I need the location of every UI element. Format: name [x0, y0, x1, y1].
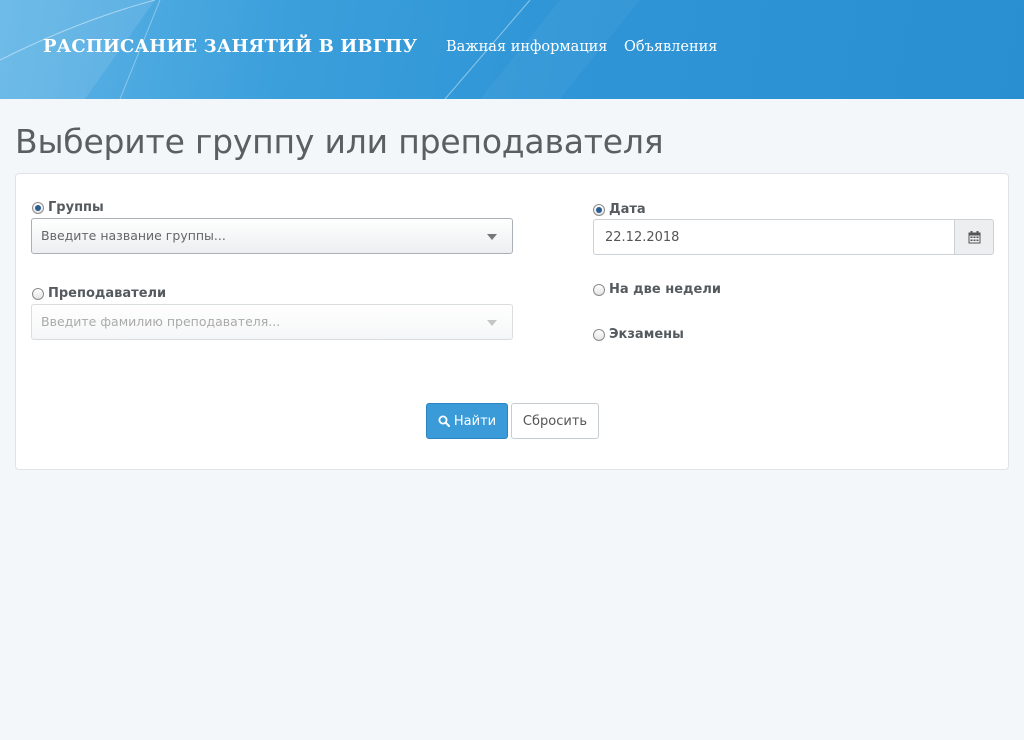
teacher-select-placeholder: Введите фамилию преподавателя...	[41, 314, 281, 329]
reset-button-label: Сбросить	[522, 413, 588, 429]
date-radio-option[interactable]: Дата	[593, 202, 646, 217]
groups-radio-option[interactable]: Группы	[32, 200, 104, 215]
date-label: Дата	[609, 202, 646, 217]
reset-button[interactable]: Сбросить	[511, 403, 599, 439]
exams-radio-option[interactable]: Экзамены	[593, 327, 684, 342]
groups-radio[interactable]	[32, 201, 44, 214]
brand-title[interactable]: РАСПИСАНИЕ ЗАНЯТИЙ В ИВГПУ	[43, 36, 417, 57]
teachers-label: Преподаватели	[48, 286, 167, 301]
chevron-down-icon	[487, 320, 497, 326]
date-radio[interactable]	[593, 203, 605, 216]
chevron-down-icon	[487, 234, 497, 240]
teachers-radio-option[interactable]: Преподаватели	[32, 286, 166, 301]
calendar-icon	[968, 230, 980, 243]
exams-label: Экзамены	[609, 327, 684, 342]
top-navbar: РАСПИСАНИЕ ЗАНЯТИЙ В ИВГПУ Важная информ…	[0, 0, 1024, 99]
page-title: Выберите группу или преподавателя	[15, 122, 664, 161]
teacher-select[interactable]: Введите фамилию преподавателя...	[31, 304, 513, 340]
nav-link-announcements[interactable]: Объявления	[624, 39, 717, 55]
search-button-label: Найти	[453, 413, 497, 429]
exams-radio[interactable]	[593, 328, 605, 341]
date-input[interactable]	[593, 219, 955, 255]
groups-label: Группы	[48, 200, 104, 215]
search-panel: Группы Введите название группы... Препод…	[15, 173, 1009, 470]
group-select-placeholder: Введите название группы...	[41, 228, 226, 243]
group-select[interactable]: Введите название группы...	[31, 218, 513, 254]
search-button[interactable]: Найти	[426, 403, 508, 439]
two-weeks-radio[interactable]	[593, 283, 605, 296]
two-weeks-label: На две недели	[609, 282, 721, 297]
nav-link-important-info[interactable]: Важная информация	[446, 39, 607, 55]
teachers-radio[interactable]	[32, 287, 44, 300]
search-icon	[438, 415, 450, 427]
two-weeks-radio-option[interactable]: На две недели	[593, 282, 721, 297]
calendar-button[interactable]	[954, 219, 994, 255]
